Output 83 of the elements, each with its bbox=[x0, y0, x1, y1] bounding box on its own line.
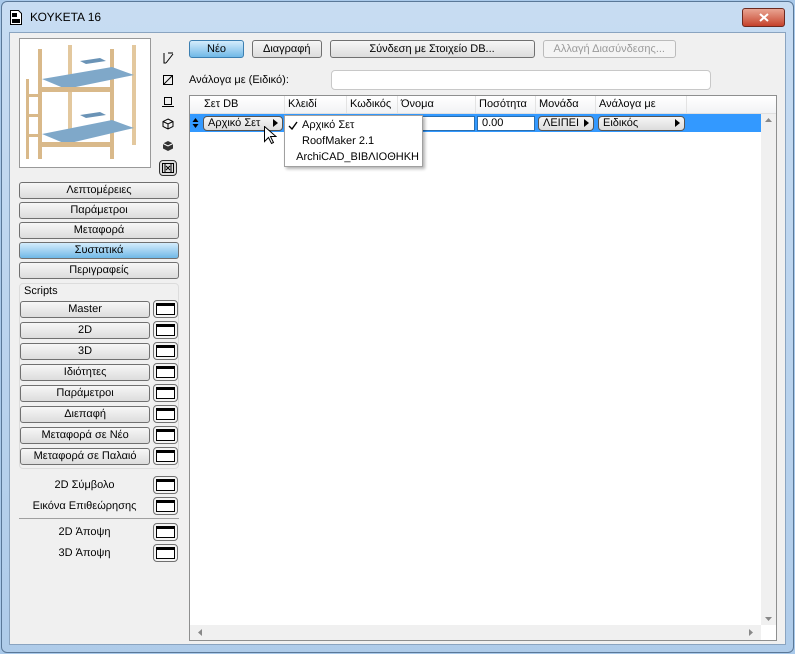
view-label: Εικόνα Επιθεώρησης bbox=[32, 498, 138, 514]
triangle-icon bbox=[584, 119, 589, 127]
window-icon bbox=[156, 479, 175, 491]
column-header[interactable]: Κλειδί bbox=[285, 96, 347, 113]
document-icon bbox=[10, 10, 22, 24]
editor-window-button[interactable] bbox=[153, 405, 178, 423]
menu-item[interactable]: ArchiCAD_ΒΙΒΛΙΟΘΗΚΗ bbox=[285, 149, 422, 165]
script-button[interactable]: Διεπαφή bbox=[20, 406, 150, 422]
editor-window-button[interactable] bbox=[153, 523, 178, 541]
toolbar-button[interactable]: Σύνδεση με Στοιχείο DB... bbox=[330, 40, 535, 58]
filter-field[interactable] bbox=[331, 70, 711, 90]
column-header[interactable]: Κωδικός bbox=[347, 96, 398, 113]
elevation-icon[interactable] bbox=[162, 96, 174, 108]
editor-window-button[interactable] bbox=[153, 363, 178, 381]
popup-button[interactable]: Αρχικό Σετ bbox=[203, 116, 283, 130]
view-label: 3D Άποψη bbox=[58, 546, 112, 561]
tab-button[interactable]: Παράμετροι bbox=[19, 202, 179, 219]
scroll-left-icon[interactable] bbox=[198, 629, 202, 636]
window-title: ΚΟΥΚΕΤΑ 16 bbox=[30, 9, 102, 26]
close-button[interactable] bbox=[742, 8, 785, 26]
script-button[interactable]: Master bbox=[20, 300, 150, 318]
editor-window-button[interactable] bbox=[153, 342, 178, 360]
window-icon bbox=[156, 429, 176, 441]
editor-window-button[interactable] bbox=[153, 300, 178, 318]
script-button[interactable]: 3D bbox=[20, 342, 150, 360]
window-icon bbox=[156, 387, 176, 399]
window-icon bbox=[156, 324, 176, 336]
view-label: 2D Σύμβολο bbox=[54, 478, 116, 493]
editor-window-button[interactable] bbox=[153, 544, 178, 562]
tab-button[interactable]: Περιγραφείς bbox=[19, 262, 179, 279]
horizontal-scrollbar[interactable] bbox=[190, 625, 761, 640]
editor-window-button[interactable] bbox=[153, 426, 178, 444]
window-icon bbox=[156, 303, 176, 315]
input-field[interactable]: 0.00 bbox=[477, 116, 535, 130]
editor-window-button[interactable] bbox=[153, 476, 178, 494]
column-header[interactable]: Ανάλογα με bbox=[596, 96, 687, 113]
column-header[interactable]: Μονάδα bbox=[536, 96, 596, 113]
plan-icon[interactable] bbox=[162, 52, 174, 64]
tab-button[interactable]: Μεταφορά bbox=[19, 222, 179, 239]
film-icon[interactable] bbox=[162, 162, 174, 174]
close-icon bbox=[758, 12, 768, 22]
triangle-icon bbox=[675, 119, 680, 127]
script-button[interactable]: 2D bbox=[20, 322, 150, 338]
editor-window-button[interactable] bbox=[153, 384, 178, 402]
check-icon bbox=[288, 120, 298, 130]
mouse-cursor-icon bbox=[264, 126, 277, 145]
filter-label: Ανάλογα με (Ειδικό): bbox=[189, 72, 290, 88]
script-button[interactable]: Μεταφορά σε Παλαιό bbox=[20, 448, 150, 464]
tab-button[interactable]: Λεπτομέρειες bbox=[19, 182, 179, 199]
script-button[interactable]: Παράμετροι bbox=[20, 384, 150, 402]
menu-item[interactable]: RoofMaker 2.1 bbox=[285, 133, 422, 149]
script-button[interactable]: Μεταφορά σε Νέο bbox=[20, 426, 150, 444]
popup-button[interactable]: ΛΕΙΠΕΙ bbox=[538, 116, 594, 130]
toolbar-button[interactable]: Νέο bbox=[189, 40, 244, 58]
editor-window-button[interactable] bbox=[153, 497, 178, 515]
column-header[interactable]: Σετ DB bbox=[201, 96, 285, 113]
column-header[interactable]: Όνομα bbox=[398, 96, 476, 113]
group-label: Scripts bbox=[23, 285, 59, 297]
cube-icon[interactable] bbox=[162, 118, 174, 130]
sort-handle-icon[interactable] bbox=[190, 118, 201, 128]
scroll-down-icon[interactable] bbox=[765, 617, 772, 621]
window-icon bbox=[156, 408, 176, 420]
script-button[interactable]: Ιδιότητες bbox=[20, 364, 150, 380]
popup-button[interactable]: Ειδικός bbox=[598, 116, 685, 130]
toolbar-button[interactable]: Διαγραφή bbox=[252, 40, 322, 58]
view-label: 2D Άποψη bbox=[58, 524, 112, 540]
window-icon bbox=[156, 345, 176, 357]
window-icon bbox=[156, 526, 175, 538]
triangle-icon bbox=[273, 119, 278, 127]
window-icon bbox=[156, 500, 175, 512]
tab-button[interactable]: Συστατικά bbox=[19, 242, 179, 259]
solid-cube-icon[interactable] bbox=[162, 140, 174, 152]
column-header[interactable]: Ποσότητα bbox=[476, 96, 536, 113]
window-icon bbox=[156, 547, 175, 559]
vertical-scrollbar[interactable] bbox=[761, 114, 776, 625]
menu-item[interactable]: Αρχικό Σετ bbox=[285, 117, 422, 133]
window-icon bbox=[156, 450, 176, 462]
section-icon[interactable] bbox=[162, 74, 174, 86]
scroll-up-icon[interactable] bbox=[765, 118, 772, 122]
editor-window-button[interactable] bbox=[153, 321, 178, 339]
window-icon bbox=[156, 366, 176, 378]
editor-window-button[interactable] bbox=[153, 447, 178, 465]
scroll-right-icon[interactable] bbox=[749, 629, 753, 636]
